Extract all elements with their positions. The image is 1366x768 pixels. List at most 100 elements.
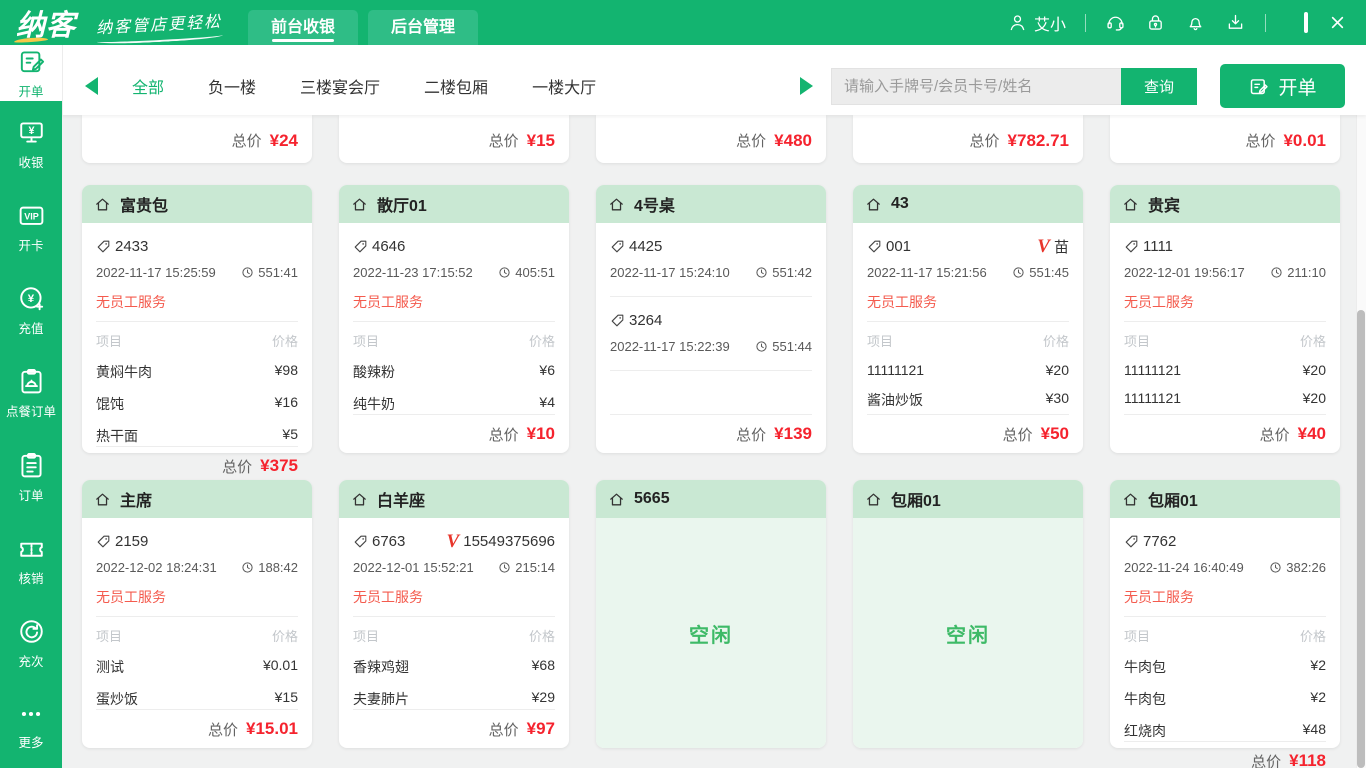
download-icon[interactable] bbox=[1225, 12, 1246, 33]
timer-value: 551:41 bbox=[258, 265, 298, 280]
item-name: 11111121 bbox=[1124, 362, 1181, 378]
order-tag-number: 2159 bbox=[115, 533, 148, 550]
clock-icon bbox=[1012, 266, 1025, 279]
item-price: ¥4 bbox=[539, 394, 555, 414]
sidebar-item-more[interactable]: 更多 bbox=[0, 685, 62, 768]
table-card[interactable]: 贵宾11112022-12-01 19:56:17211:10无员工服务项目价格… bbox=[1110, 185, 1340, 453]
timer-value: 405:51 bbox=[515, 265, 555, 280]
item-price: ¥20 bbox=[1046, 362, 1069, 378]
sidebar-item-cashier[interactable]: ¥ 收银 bbox=[0, 103, 62, 186]
item-name: 蛋炒饭 bbox=[96, 689, 138, 709]
open-order-button[interactable]: 开单 bbox=[1220, 64, 1345, 108]
item-price: ¥20 bbox=[1303, 362, 1326, 378]
order-datetime: 2022-11-17 15:22:39 bbox=[610, 339, 730, 354]
home-icon bbox=[608, 491, 625, 508]
order-item-row: 纯牛奶¥4 bbox=[353, 394, 555, 414]
sidebar-item-recharge[interactable]: ¥ 充值 bbox=[0, 269, 62, 352]
area-tab-private-rooms[interactable]: 二楼包厢 bbox=[424, 74, 488, 98]
order-tag-number: 4425 bbox=[629, 238, 662, 255]
item-price: ¥0.01 bbox=[263, 657, 298, 677]
clock-icon bbox=[755, 266, 768, 279]
total-label: 总价 bbox=[736, 424, 766, 445]
maximize-button[interactable] bbox=[1304, 14, 1308, 32]
app-logo: 纳客 bbox=[16, 2, 82, 44]
area-tab-banquet-hall[interactable]: 三楼宴会厅 bbox=[300, 74, 380, 98]
card-footer: 总价¥40 bbox=[1124, 415, 1326, 453]
item-price: ¥15 bbox=[275, 689, 298, 709]
area-tab-all[interactable]: 全部 bbox=[132, 74, 164, 98]
table-name: 主席 bbox=[120, 487, 152, 511]
order-tag-number: 2433 bbox=[115, 238, 148, 255]
item-name: 热干面 bbox=[96, 426, 138, 446]
sidebar-item-orders[interactable]: 订单 bbox=[0, 436, 62, 519]
sidebar-item-vip-card[interactable]: VIP 开卡 bbox=[0, 186, 62, 269]
order-item-row: 香辣鸡翅¥68 bbox=[353, 657, 555, 677]
items-col-label: 项目 bbox=[1124, 626, 1150, 645]
home-icon bbox=[351, 196, 368, 213]
search-button[interactable]: 查询 bbox=[1121, 68, 1197, 105]
order-block: 6763V155493756962022-12-01 15:52:21215:1… bbox=[353, 518, 555, 578]
table-card-body: 21592022-12-02 18:24:31188:42无员工服务项目价格测试… bbox=[82, 518, 312, 748]
table-card[interactable]: 主席 21592022-12-02 18:24:31188:42无员工服务项目价格… bbox=[82, 480, 312, 748]
table-card[interactable]: 总价¥0.01 bbox=[1110, 115, 1340, 163]
clock-icon bbox=[241, 266, 254, 279]
order-item-row: 夫妻肺片¥29 bbox=[353, 689, 555, 709]
area-tab-main-hall[interactable]: 一楼大厅 bbox=[532, 74, 596, 98]
scroll-right-icon[interactable] bbox=[800, 77, 813, 95]
timer-value: 551:44 bbox=[772, 339, 812, 354]
items-column-headers: 项目价格 bbox=[96, 331, 298, 350]
home-icon bbox=[865, 491, 882, 508]
item-name: 牛肉包 bbox=[1124, 689, 1166, 709]
cashier-icon: ¥ bbox=[17, 118, 46, 147]
total-value: ¥97 bbox=[527, 719, 555, 739]
member-name: 苗 bbox=[1054, 236, 1069, 257]
table-card[interactable]: 总价¥15 bbox=[339, 115, 569, 163]
sidebar-item-verify[interactable]: 核销 bbox=[0, 519, 62, 602]
table-card[interactable]: 包厢01空闲 bbox=[853, 480, 1083, 748]
clock-icon bbox=[1269, 561, 1282, 574]
current-user[interactable]: 艾小 bbox=[1007, 11, 1066, 35]
table-card[interactable]: 散厅0146462022-11-23 17:15:52405:51无员工服务项目… bbox=[339, 185, 569, 453]
home-icon bbox=[1122, 491, 1139, 508]
sidebar-item-meal-orders[interactable]: 点餐订单 bbox=[0, 352, 62, 435]
close-button[interactable] bbox=[1327, 12, 1348, 33]
scroll-left-icon[interactable] bbox=[85, 77, 98, 95]
table-card[interactable]: 总价¥24 bbox=[82, 115, 312, 163]
main-nav: 前台收银 后台管理 bbox=[248, 10, 478, 45]
tab-back-admin[interactable]: 后台管理 bbox=[368, 10, 478, 45]
table-card[interactable]: 总价¥480 bbox=[596, 115, 826, 163]
table-card[interactable]: 43001V苗2022-11-17 15:21:56551:45无员工服务项目价… bbox=[853, 185, 1083, 453]
table-card[interactable]: 4号桌44252022-11-17 15:24:10551:4232642022… bbox=[596, 185, 826, 453]
user-name: 艾小 bbox=[1034, 11, 1066, 35]
tab-front-cashier[interactable]: 前台收银 bbox=[248, 10, 358, 45]
search-input[interactable] bbox=[831, 68, 1121, 105]
table-card[interactable]: 总价¥782.71 bbox=[853, 115, 1083, 163]
sidebar-item-open-order[interactable]: 开单 bbox=[0, 45, 62, 103]
order-item-row: 酱油炒饭¥30 bbox=[867, 390, 1069, 410]
table-card[interactable]: 包厢0177622022-11-24 16:40:49382:26无员工服务项目… bbox=[1110, 480, 1340, 748]
sidebar-item-recharge-times[interactable]: 充次 bbox=[0, 602, 62, 685]
order-item-row: 11111121¥20 bbox=[1124, 390, 1326, 406]
no-staff-note: 无员工服务 bbox=[353, 292, 555, 312]
items-column-headers: 项目价格 bbox=[1124, 626, 1326, 645]
table-card-header: 白羊座 bbox=[339, 480, 569, 518]
table-card[interactable]: 5665空闲 bbox=[596, 480, 826, 748]
bell-icon[interactable] bbox=[1185, 12, 1206, 33]
item-price: ¥68 bbox=[532, 657, 555, 677]
idle-status-label: 空闲 bbox=[689, 619, 733, 648]
tag-icon bbox=[1124, 534, 1139, 549]
item-name: 11111121 bbox=[867, 362, 924, 378]
order-item-row: 黄焖牛肉¥98 bbox=[96, 362, 298, 382]
items-col-label: 项目 bbox=[96, 331, 122, 350]
area-tab-basement[interactable]: 负一楼 bbox=[208, 74, 256, 98]
item-price: ¥98 bbox=[275, 362, 298, 382]
card-footer: 总价¥139 bbox=[610, 415, 812, 453]
support-headset-icon[interactable] bbox=[1105, 12, 1126, 33]
table-card[interactable]: 白羊座6763V155493756962022-12-01 15:52:2121… bbox=[339, 480, 569, 748]
lock-icon[interactable] bbox=[1145, 12, 1166, 33]
order-item-row: 红烧肉¥48 bbox=[1124, 721, 1326, 741]
total-label: 总价 bbox=[736, 130, 766, 151]
card-footer: 总价¥15.01 bbox=[96, 710, 298, 748]
table-card[interactable]: 富贵包24332022-11-17 15:25:59551:41无员工服务项目价… bbox=[82, 185, 312, 453]
scrollbar-thumb[interactable] bbox=[1357, 310, 1365, 768]
